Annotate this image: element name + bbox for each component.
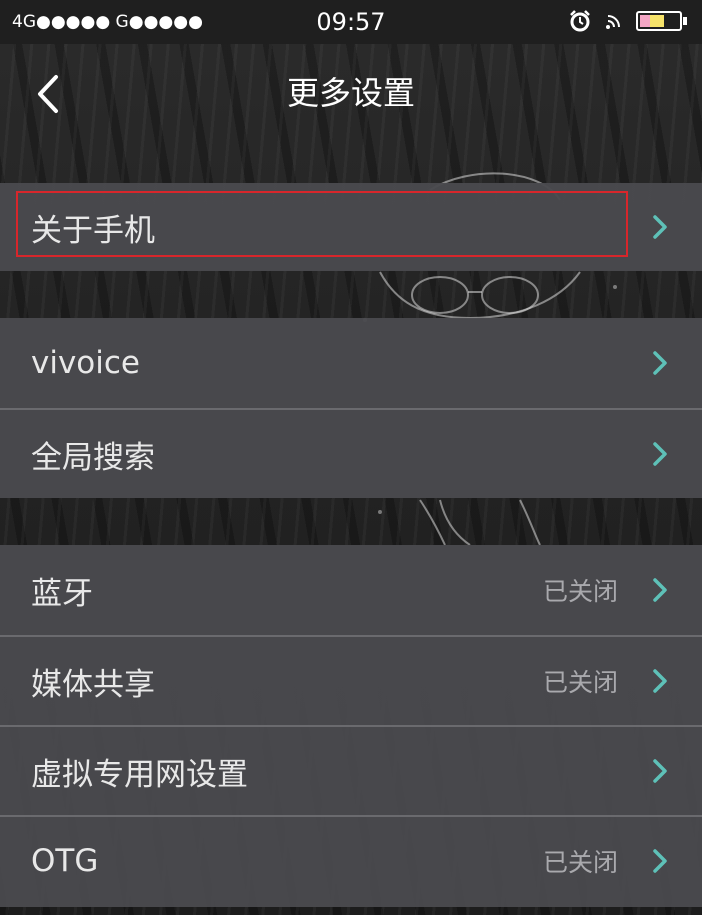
chevron-right-icon bbox=[653, 669, 667, 693]
settings-row-otg[interactable]: OTG 已关闭 bbox=[0, 815, 702, 905]
status-icons bbox=[556, 10, 688, 36]
settings-row-vivoice[interactable]: vivoice bbox=[0, 318, 702, 408]
row-label: 全局搜索 bbox=[31, 439, 155, 476]
row-label: 虚拟专用网设置 bbox=[31, 756, 248, 793]
settings-group-features: vivoice 全局搜索 bbox=[0, 318, 702, 498]
battery-icon bbox=[636, 10, 688, 36]
title-bar: 更多设置 bbox=[0, 44, 702, 140]
settings-row-vpn[interactable]: 虚拟专用网设置 bbox=[0, 725, 702, 815]
settings-row-bluetooth[interactable]: 蓝牙 已关闭 bbox=[0, 545, 702, 635]
status-bar: 4G●●●●● G●●●●● 09:57 bbox=[0, 0, 702, 44]
nfc-icon bbox=[604, 11, 624, 35]
alarm-icon bbox=[568, 9, 592, 37]
chevron-right-icon bbox=[653, 351, 667, 375]
row-label: 媒体共享 bbox=[31, 666, 155, 703]
chevron-right-icon bbox=[653, 215, 667, 239]
settings-group-connections: 蓝牙 已关闭 媒体共享 已关闭 虚拟专用网设置 OTG 已关闭 bbox=[0, 545, 702, 907]
page-title: 更多设置 bbox=[286, 74, 415, 112]
chevron-right-icon bbox=[653, 578, 667, 602]
row-label: OTG bbox=[31, 843, 99, 879]
chevron-right-icon bbox=[653, 849, 667, 873]
row-label: 蓝牙 bbox=[31, 575, 93, 612]
row-label: vivoice bbox=[31, 345, 140, 381]
chevron-right-icon bbox=[653, 759, 667, 783]
settings-group-about: 关于手机 bbox=[0, 183, 702, 271]
settings-row-media-sharing[interactable]: 媒体共享 已关闭 bbox=[0, 635, 702, 725]
row-status: 已关闭 bbox=[542, 848, 618, 877]
row-status: 已关闭 bbox=[542, 668, 618, 697]
row-label: 关于手机 bbox=[31, 212, 155, 249]
row-status: 已关闭 bbox=[542, 577, 618, 606]
settings-row-global-search[interactable]: 全局搜索 bbox=[0, 408, 702, 498]
chevron-right-icon bbox=[653, 442, 667, 466]
settings-row-about-phone[interactable]: 关于手机 bbox=[0, 183, 702, 271]
